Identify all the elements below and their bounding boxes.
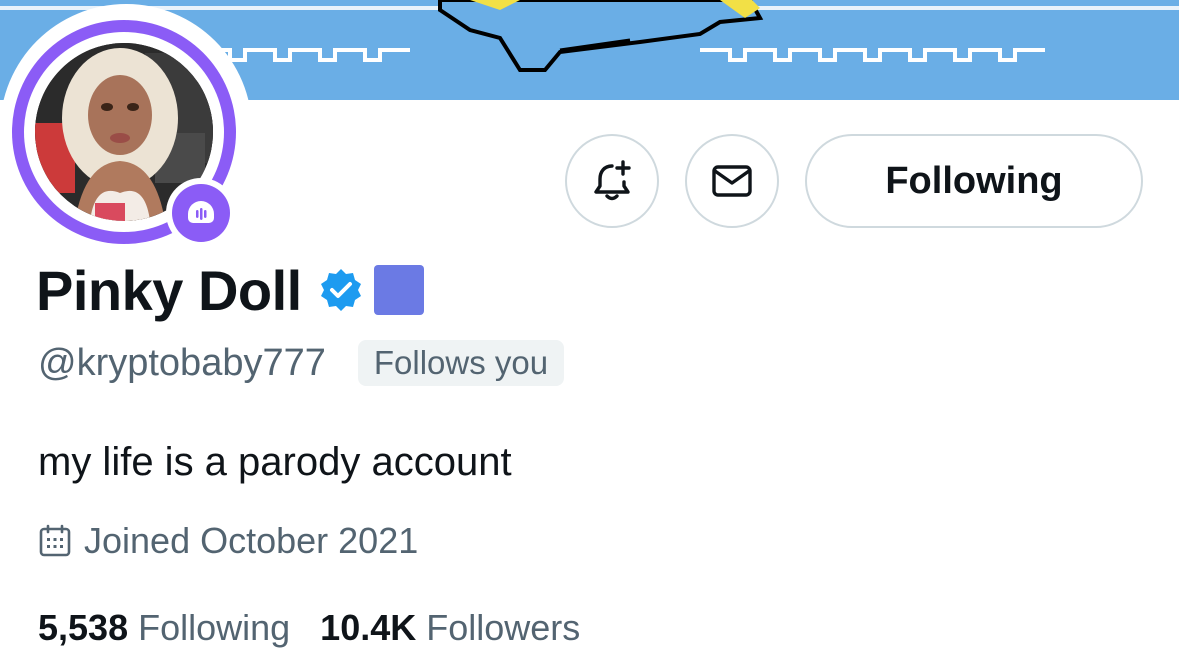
display-name: Pinky Doll <box>36 258 302 322</box>
profile-bio: my life is a parody account <box>38 440 512 484</box>
following-count: 5,538 <box>38 607 129 648</box>
handle-row: @kryptobaby777 Follows you <box>38 338 565 388</box>
verified-badge-icon[interactable] <box>318 267 364 313</box>
bell-plus-icon <box>594 160 631 201</box>
followers-count: 10.4K <box>320 607 417 648</box>
affiliate-badge[interactable] <box>373 265 424 315</box>
spaces-badge[interactable] <box>166 178 236 248</box>
username-handle: @kryptobaby777 <box>38 341 326 384</box>
profile-page: Following Pinky Doll @kryptobaby777 Foll… <box>0 0 1179 668</box>
following-link[interactable]: 5,538 Following <box>38 607 290 649</box>
spaces-mic-icon <box>172 184 230 242</box>
followers-label: Followers <box>426 607 581 648</box>
follow-stats: 5,538 Following 10.4K Followers <box>38 604 580 652</box>
following-label: Following <box>138 607 291 648</box>
joined-date-row: Joined October 2021 <box>38 518 418 564</box>
name-row: Pinky Doll <box>36 255 424 325</box>
calendar-icon <box>38 524 72 558</box>
followers-link[interactable]: 10.4K Followers <box>320 607 580 649</box>
notify-button[interactable] <box>565 134 659 228</box>
message-button[interactable] <box>685 134 779 228</box>
following-button[interactable]: Following <box>805 134 1143 228</box>
joined-date: Joined October 2021 <box>84 520 419 561</box>
follows-you-badge: Follows you <box>357 340 565 386</box>
envelope-icon <box>712 165 752 197</box>
